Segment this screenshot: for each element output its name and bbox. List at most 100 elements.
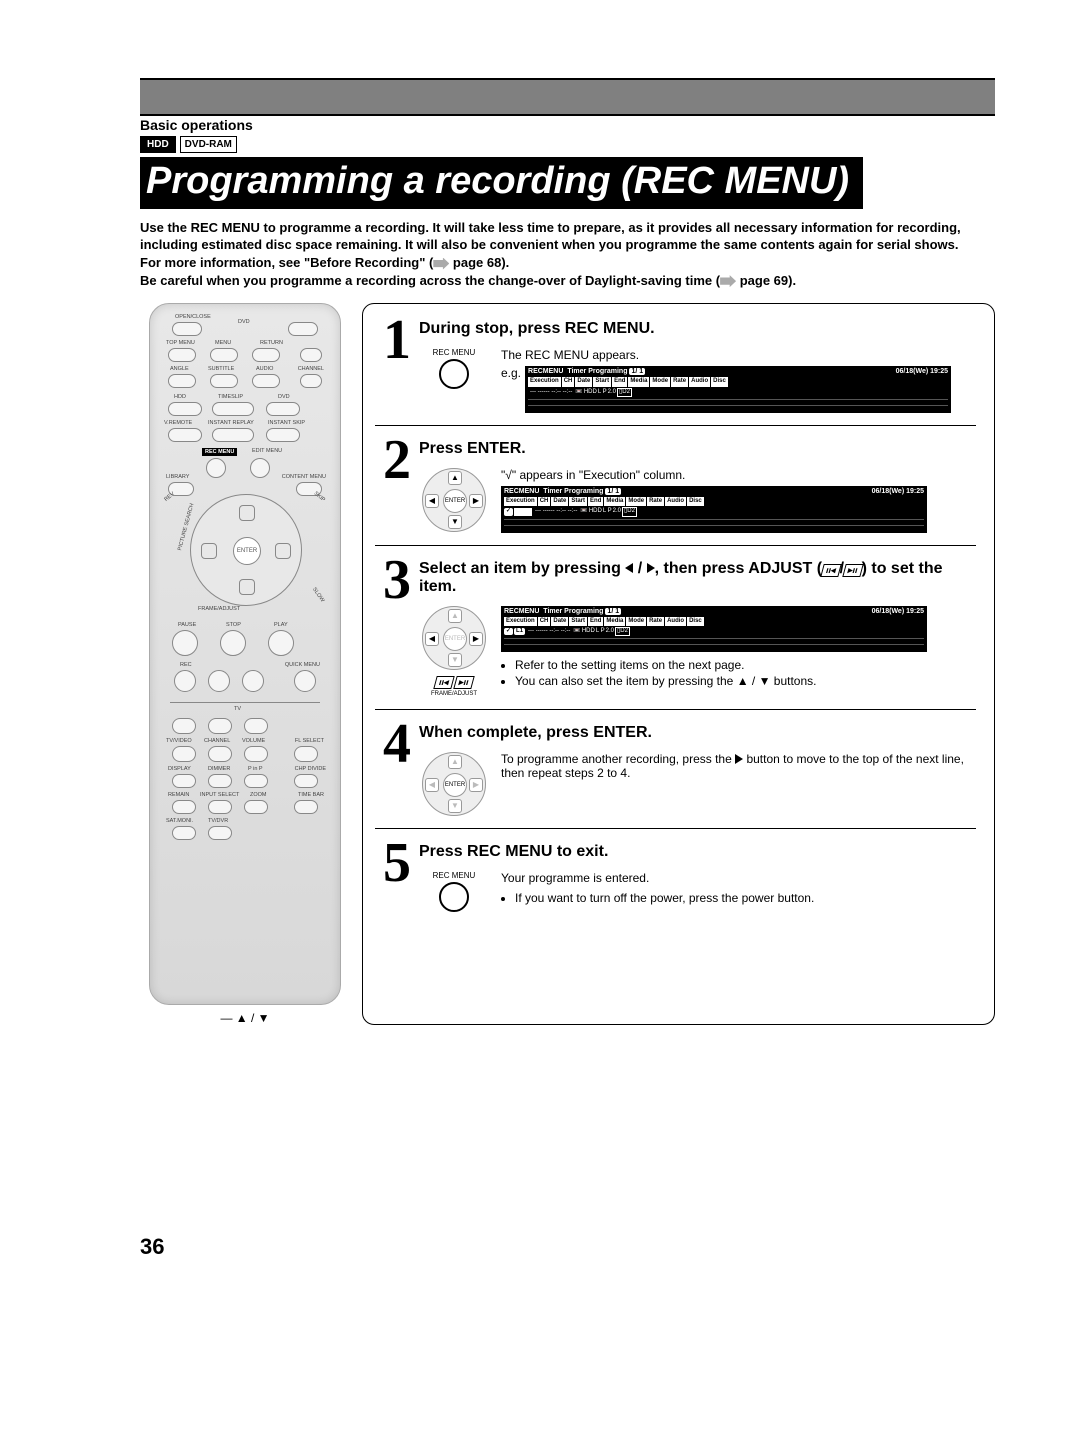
dpad-down-icon: ▼	[448, 799, 462, 813]
menu-mode: L P	[596, 628, 605, 635]
menu-menu: MENU	[519, 608, 540, 615]
step3-bullets: Refer to the setting items on the next p…	[501, 658, 976, 688]
page-number: 36	[140, 1234, 164, 1260]
dpad-up-icon: ▲	[448, 755, 462, 769]
col-ch: CH	[562, 377, 575, 386]
bullet: If you want to turn off the power, press…	[515, 891, 976, 905]
bullet: Refer to the setting items on the next p…	[515, 658, 976, 672]
dpad-right-icon: ▶	[469, 632, 483, 646]
adjust-next-icon: ▸ıı	[842, 564, 863, 577]
remote-enter-button: ENTER	[233, 537, 261, 565]
col: Media	[604, 617, 625, 626]
remote-audio-button	[252, 374, 280, 388]
col-start: Start	[593, 377, 611, 386]
step-number: 4	[375, 720, 419, 816]
remote-label: INPUT SELECT	[200, 792, 239, 798]
ref-arrow-icon	[433, 258, 449, 270]
icon-label: REC MENU	[419, 348, 489, 357]
frame-adjust-label: FRAME/ADJUST	[419, 691, 489, 697]
dpad-left-icon: ◀	[425, 494, 439, 508]
remote-label: TV/DVR	[208, 818, 228, 824]
col: Mode	[626, 617, 646, 626]
col: Date	[551, 617, 568, 626]
menu-rate: 2.0	[606, 628, 614, 635]
remote-instant-replay-button	[212, 428, 254, 442]
dpad-down-icon: ▼	[448, 515, 462, 529]
intro-line2b: page 68).	[449, 255, 509, 270]
col: CH	[538, 617, 551, 626]
remote-play-button	[268, 630, 294, 656]
step-number: 3	[375, 556, 419, 697]
remote-menu-button	[210, 348, 238, 362]
remote-timeslip-button	[212, 402, 254, 416]
menu-dashes: --- ------ --:-- --:--	[528, 389, 574, 396]
remote-label: TIME BAR	[298, 792, 324, 798]
separator	[375, 828, 976, 829]
top-grey-bar	[140, 78, 995, 116]
step-text: "√" appears in "Execution" column.	[501, 468, 976, 482]
step-number: 1	[375, 316, 419, 413]
remote-label: CONTENT MENU	[282, 474, 326, 480]
page-title: Programming a recording (REC MENU)	[140, 157, 863, 209]
remote-label: PAUSE	[178, 622, 196, 628]
intro-line1: Use the REC MENU to programme a recordin…	[140, 220, 961, 253]
remote-tvvideo-button	[172, 746, 196, 762]
menu-label: Timer Programing	[567, 368, 627, 375]
rec-menu-button-icon	[439, 882, 469, 912]
separator	[375, 709, 976, 710]
remote-label: LIBRARY	[166, 474, 189, 480]
remote-rec-button	[174, 670, 196, 692]
col-execution: Execution	[528, 377, 561, 386]
dpad-down-icon: ▼	[448, 653, 462, 667]
remote-power-button	[288, 322, 318, 336]
step-title: When complete, press ENTER.	[419, 724, 976, 742]
dpad-right-icon: ▶	[469, 494, 483, 508]
menu-audio: D2	[622, 389, 630, 395]
step-5: 5 Press REC MENU to exit. REC MENU Your …	[375, 839, 976, 914]
remote-dpad-left	[201, 543, 217, 559]
remote-label: SLOW	[311, 587, 325, 604]
remote-angle-button	[168, 374, 196, 388]
remote-tv-ch-down-button	[208, 746, 232, 762]
remote-label: MENU	[215, 340, 231, 346]
remote-ch-down-button	[300, 374, 322, 388]
steps-panel: 1 During stop, press REC MENU. REC MENU …	[362, 303, 995, 1025]
col: Start	[569, 497, 587, 506]
remote-control-illustration: OPEN/CLOSE DVD TOP MENU MENU RETURN ANGL…	[149, 303, 341, 1005]
badge-dvd-ram: DVD-RAM	[180, 136, 237, 153]
remote-dpad-up	[239, 505, 255, 521]
menu-datetime: 06/18(We) 19:25	[896, 368, 948, 376]
col: Audio	[665, 497, 686, 506]
remote-label: EDIT MENU	[252, 448, 282, 454]
remote-vremote-button	[168, 428, 202, 442]
col: Mode	[626, 497, 646, 506]
remote-remain-button	[172, 800, 196, 814]
remote-label: STOP	[226, 622, 241, 628]
remote-pinp-button	[244, 774, 268, 788]
col-end: End	[612, 377, 627, 386]
col: End	[588, 497, 603, 506]
remote-label: P in P	[248, 766, 263, 772]
section-label: Basic operations	[140, 112, 995, 136]
remote-label: PLAY	[274, 622, 288, 628]
intro-paragraph: Use the REC MENU to programme a recordin…	[140, 219, 995, 289]
remote-dpad-ring: ENTER	[190, 494, 302, 606]
remote-label: DVD	[278, 394, 290, 400]
timer-menu-preview-1: RECMENU Timer Programing 1/ 1 06/18(We) …	[525, 366, 951, 413]
menu-rate: 2.0	[613, 508, 621, 515]
col-audio: Audio	[689, 377, 710, 386]
menu-rate: 2.0	[608, 389, 616, 396]
col-disc: Disc	[711, 377, 728, 386]
page-content: Basic operations HDD DVD-RAM Programming…	[140, 112, 995, 1025]
remote-ch-up-button	[300, 348, 322, 362]
remote-label: INSTANT SKIP	[268, 420, 305, 426]
menu-audio: D2	[620, 628, 628, 634]
remote-label: RETURN	[260, 340, 283, 346]
remote-label: CHANNEL	[204, 738, 230, 744]
remote-label: SKIP	[313, 491, 326, 504]
menu-rec: REC	[504, 608, 519, 615]
rec-menu-icon-block: REC MENU	[419, 871, 489, 914]
remote-label: FL SELECT	[295, 738, 324, 744]
remote-label: REV	[163, 491, 176, 503]
menu-label: Timer Programing	[543, 608, 603, 615]
